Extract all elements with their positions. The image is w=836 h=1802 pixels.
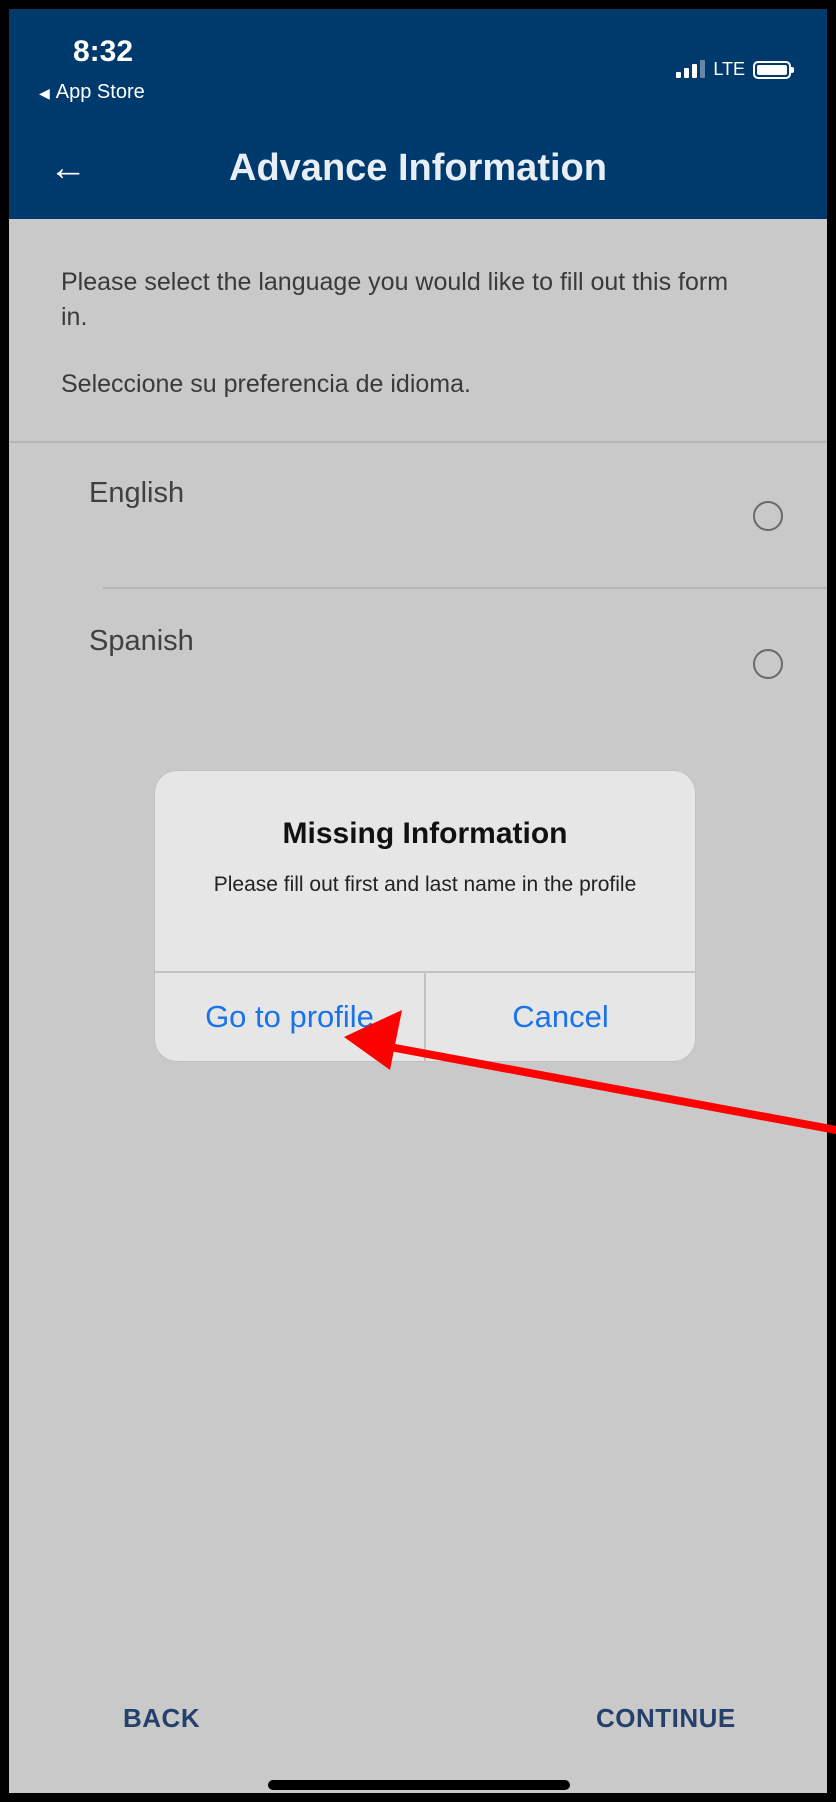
dialog-title: Missing Information: [282, 817, 568, 850]
status-back-to-app[interactable]: ◀ App Store: [39, 81, 145, 104]
back-triangle-icon: ◀: [39, 85, 50, 101]
status-back-label: App Store: [55, 81, 145, 103]
signal-icon: [676, 59, 706, 78]
prompt-spanish: Seleccione su preferencia de idioma.: [61, 370, 471, 398]
language-option-spanish[interactable]: Spanish: [9, 589, 827, 737]
continue-button[interactable]: CONTINUE: [596, 1703, 736, 1734]
cancel-button[interactable]: Cancel: [426, 973, 695, 1061]
prompt-english: Please select the language you would lik…: [61, 268, 729, 331]
option-label: Spanish: [89, 625, 194, 657]
language-option-english[interactable]: English: [9, 441, 827, 589]
home-indicator[interactable]: [268, 1780, 570, 1790]
option-label: English: [89, 477, 185, 509]
app-screen: 8:32 ◀ App Store LTE ← Advance Informatio…: [0, 0, 836, 1802]
header-bar: 8:32 ◀ App Store LTE ← Advance Informatio…: [9, 9, 827, 219]
network-label: LTE: [713, 59, 745, 79]
language-prompt: Please select the language you would lik…: [9, 219, 827, 443]
go-to-profile-button[interactable]: Go to profile: [155, 973, 424, 1061]
missing-information-dialog: Missing Information Please fill out firs…: [155, 771, 695, 1061]
battery-icon: [753, 60, 794, 79]
status-time: 8:32: [73, 35, 134, 68]
radio-icon[interactable]: [753, 649, 783, 679]
bottom-navigation: BACK CONTINUE: [9, 1631, 827, 1793]
page-title: Advance Information: [229, 147, 607, 189]
dialog-message: Please fill out first and last name in t…: [213, 873, 637, 896]
back-button[interactable]: BACK: [123, 1703, 200, 1734]
radio-icon[interactable]: [753, 501, 783, 531]
status-indicators: LTE: [676, 59, 794, 80]
